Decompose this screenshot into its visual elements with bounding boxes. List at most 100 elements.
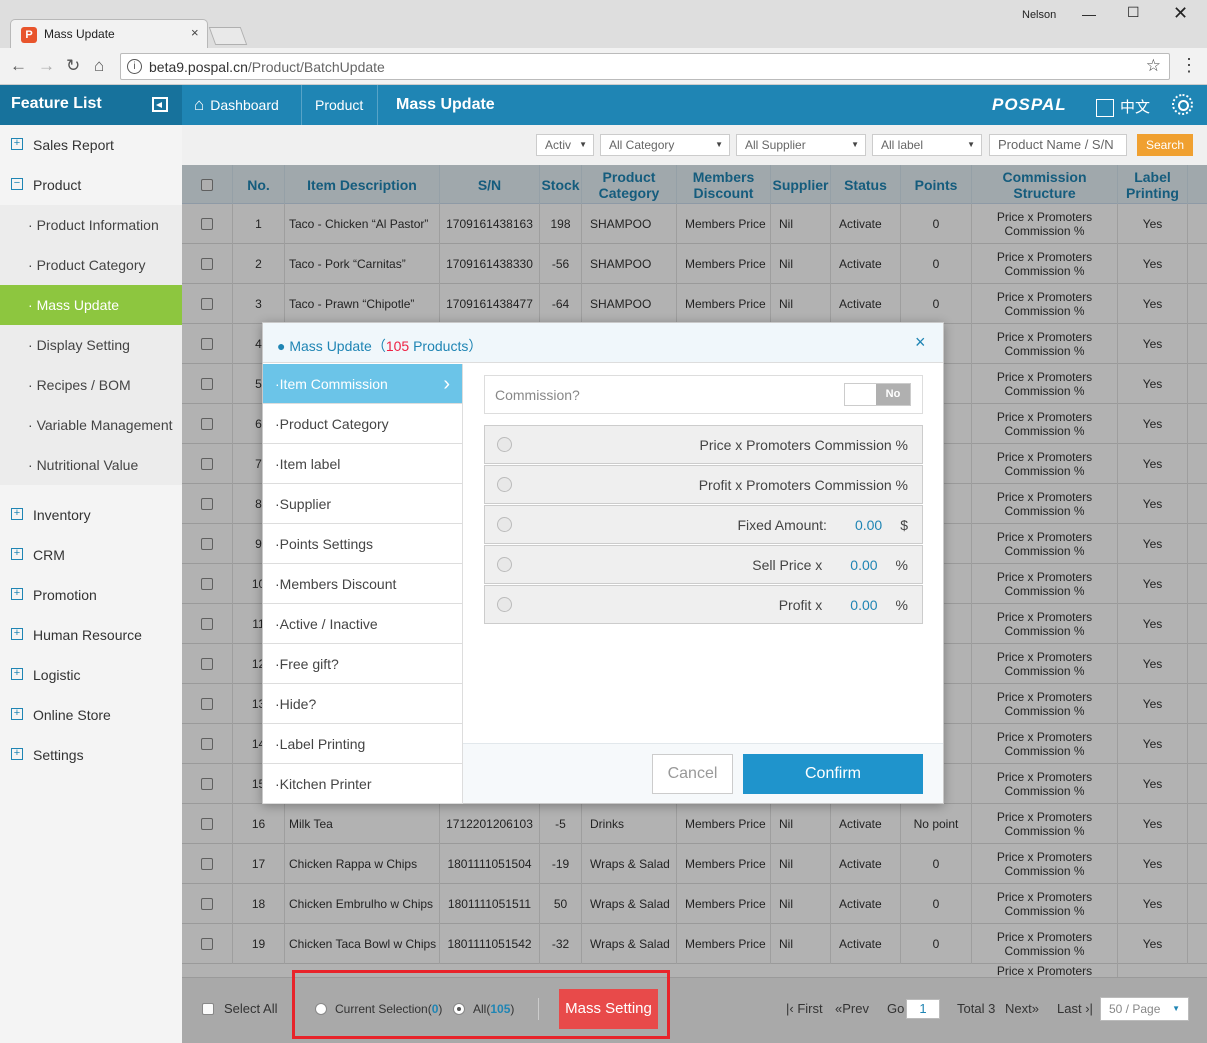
forward-icon[interactable]: →: [38, 56, 55, 76]
modal-nav-supplier[interactable]: ·Supplier: [263, 484, 463, 524]
browser-tab[interactable]: P Mass Update ×: [10, 19, 208, 48]
modal-nav-label: Supplier: [279, 496, 332, 512]
sidebar-item-label: Online Store: [33, 707, 111, 723]
sidebar-item-label: CRM: [33, 547, 65, 563]
cancel-button[interactable]: Cancel: [652, 754, 733, 794]
modal-nav-active-inactive[interactable]: ·Active / Inactive: [263, 604, 463, 644]
collapse-sidebar-icon[interactable]: [152, 97, 168, 112]
language-switch[interactable]: 中文: [1096, 96, 1150, 118]
label-filter[interactable]: All label ▼: [872, 134, 982, 156]
commission-option[interactable]: Price x Promoters Commission %: [484, 425, 923, 464]
tab-title: Mass Update: [44, 27, 115, 41]
close-icon[interactable]: ×: [915, 332, 926, 353]
sidebar-sub-recipes-bom[interactable]: · Recipes / BOM: [0, 365, 182, 405]
info-icon[interactable]: i: [127, 59, 142, 74]
option-radio[interactable]: [497, 517, 512, 532]
gear-icon[interactable]: [1172, 94, 1193, 115]
per-page-value: 50 / Page: [1109, 1002, 1161, 1016]
home-icon[interactable]: ⌂: [94, 56, 104, 76]
option-value-input[interactable]: 0.00: [850, 597, 877, 613]
bookmark-star-icon[interactable]: ☆: [1146, 56, 1161, 76]
commission-option[interactable]: Profit x 0.00%: [484, 585, 923, 624]
sidebar-sub-nutritional-value[interactable]: · Nutritional Value: [0, 445, 182, 485]
modal-nav-label-printing[interactable]: ·Label Printing: [263, 724, 463, 764]
option-unit: %: [895, 557, 908, 573]
search-input[interactable]: Product Name / S/N: [989, 134, 1127, 156]
commission-option[interactable]: Fixed Amount: 0.00 $: [484, 505, 923, 544]
modal-nav-product-category[interactable]: ·Product Category: [263, 404, 463, 444]
modal-nav-hide[interactable]: ·Hide?: [263, 684, 463, 724]
per-page-select[interactable]: 50 / Page ▼: [1100, 997, 1189, 1021]
maximize-icon[interactable]: ☐: [1127, 4, 1140, 21]
modal-nav-members-discount[interactable]: ·Members Discount: [263, 564, 463, 604]
status-filter[interactable]: Activ ▼: [536, 134, 594, 156]
sidebar-sub-label: · Mass Update: [28, 297, 120, 313]
sidebar-item-inventory[interactable]: + Inventory: [0, 495, 182, 535]
breadcrumb-dashboard[interactable]: ⌂ Dashboard: [182, 85, 302, 125]
sidebar-item-promotion[interactable]: + Promotion: [0, 575, 182, 615]
option-value-input[interactable]: 0.00: [850, 557, 877, 573]
commission-option[interactable]: Sell Price x 0.00%: [484, 545, 923, 584]
sidebar-item-human-resource[interactable]: + Human Resource: [0, 615, 182, 655]
breadcrumb-dashboard-label: Dashboard: [210, 97, 279, 113]
sidebar-sub-product-information[interactable]: · Product Information: [0, 205, 182, 245]
expand-icon: +: [11, 548, 23, 560]
last-page-link[interactable]: Last ›|: [1057, 1001, 1093, 1016]
option-radio[interactable]: [497, 597, 512, 612]
modal-nav-item-commission[interactable]: ·Item Commission ›: [263, 364, 463, 404]
breadcrumb-product[interactable]: Product: [302, 85, 378, 125]
sidebar-item-product[interactable]: − Product: [0, 165, 182, 205]
url-field[interactable]: i beta9.pospal.cn/Product/BatchUpdate ☆: [120, 53, 1170, 80]
option-text: Profit x 0.00%: [779, 597, 908, 613]
sidebar-item-settings[interactable]: + Settings: [0, 735, 182, 775]
commission-label: Commission?: [495, 387, 580, 403]
minimize-icon[interactable]: —: [1082, 6, 1096, 22]
modal-nav-item-label[interactable]: ·Item label: [263, 444, 463, 484]
sidebar: + Sales Report − Product · Product Informa…: [0, 125, 182, 1043]
option-radio[interactable]: [497, 437, 512, 452]
modal-nav-label: Item Commission: [279, 376, 388, 392]
sidebar-item-label: Human Resource: [33, 627, 142, 643]
next-icon: »: [1031, 1001, 1039, 1016]
next-page-link[interactable]: Next»: [1005, 1001, 1039, 1016]
page-number-input[interactable]: 1: [906, 999, 940, 1019]
sidebar-item-sales-report[interactable]: + Sales Report: [0, 125, 182, 165]
prev-page-link[interactable]: «Prev: [835, 1001, 869, 1016]
back-icon[interactable]: ←: [10, 56, 27, 76]
new-tab-button[interactable]: [208, 27, 248, 45]
tab-close-icon[interactable]: ×: [191, 25, 199, 40]
mass-update-modal: ● Mass Update（105 Products） × ·Item Comm…: [262, 322, 944, 804]
modal-nav-label: Item label: [279, 456, 341, 472]
supplier-filter[interactable]: All Supplier ▼: [736, 134, 866, 156]
sidebar-item-logistic[interactable]: + Logistic: [0, 655, 182, 695]
sidebar-item-online-store[interactable]: + Online Store: [0, 695, 182, 735]
sidebar-sub-mass-update[interactable]: · Mass Update: [0, 285, 182, 325]
first-icon: |‹: [786, 1001, 798, 1016]
feature-list-title: Feature List: [11, 95, 102, 112]
option-value-input[interactable]: 0.00: [855, 517, 882, 533]
select-all-checkbox[interactable]: [202, 1003, 214, 1015]
confirm-button[interactable]: Confirm: [743, 754, 923, 794]
highlight-box: [292, 970, 670, 1039]
commission-toggle[interactable]: No: [844, 383, 911, 406]
modal-nav-points-settings[interactable]: ·Points Settings: [263, 524, 463, 564]
option-radio[interactable]: [497, 557, 512, 572]
sidebar-sub-label: · Recipes / BOM: [28, 377, 131, 393]
sidebar-sub-display-setting[interactable]: · Display Setting: [0, 325, 182, 365]
option-unit: $: [900, 517, 908, 533]
category-filter[interactable]: All Category ▼: [600, 134, 730, 156]
modal-nav-kitchen-printer[interactable]: ·Kitchen Printer: [263, 764, 463, 804]
reload-icon[interactable]: ↻: [66, 56, 80, 76]
browser-user: Nelson: [1022, 9, 1057, 21]
sidebar-sub-variable-management[interactable]: · Variable Management: [0, 405, 182, 445]
sidebar-sub-product-category[interactable]: · Product Category: [0, 245, 182, 285]
modal-nav-label: Kitchen Printer: [279, 776, 372, 792]
option-radio[interactable]: [497, 477, 512, 492]
close-window-icon[interactable]: ✕: [1173, 3, 1188, 24]
commission-option[interactable]: Profit x Promoters Commission %: [484, 465, 923, 504]
sidebar-item-crm[interactable]: + CRM: [0, 535, 182, 575]
browser-menu-icon[interactable]: ⋮: [1180, 55, 1198, 76]
modal-nav-free-gift[interactable]: ·Free gift?: [263, 644, 463, 684]
first-page-link[interactable]: |‹ First: [786, 1001, 823, 1016]
search-button[interactable]: Search: [1137, 134, 1193, 156]
